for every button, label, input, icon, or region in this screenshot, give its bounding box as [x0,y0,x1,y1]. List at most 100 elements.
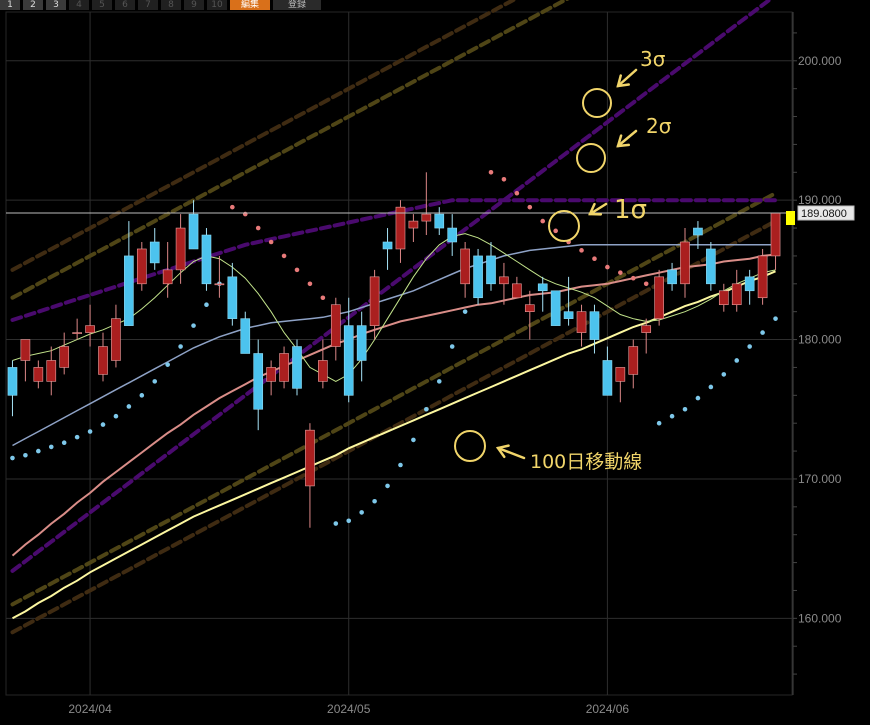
candle-body-59 [770,212,781,257]
candle-body-25 [330,304,341,347]
candle-body-34 [447,227,458,243]
psar-dot-33 [436,379,442,384]
candle-body-24 [318,360,328,382]
psar-dot-1 [23,452,28,458]
candle-body-13 [175,227,186,271]
current-price-label: 189.0800 [801,208,847,220]
candle-body-32 [421,213,432,222]
candle-body-4 [59,346,70,368]
psar-dot-29 [385,483,390,489]
candle-body-37 [486,255,496,285]
psar-dot-51 [669,413,675,419]
candle-body-47 [615,367,626,382]
candle-body-14 [188,213,199,250]
candle-body-19 [253,353,264,410]
y-tick-label-0: 160.000 [798,611,842,625]
psar-dot-44 [579,248,584,253]
psar-dot-49 [643,281,649,287]
psar-dot-31 [411,437,416,443]
psar-dot-11 [152,379,158,384]
psar-dot-5 [74,434,80,440]
candle-body-15 [201,234,212,285]
candlestick-chart: 189.0800 160.000 170.000 180.000 190.000 200… [5,0,855,716]
psar-dot-38 [501,176,507,182]
psar-dot-22 [294,267,300,273]
candle-body-44 [576,311,587,333]
psar-dot-12 [165,362,170,367]
x-tick-label-1: 2024/05 [327,702,371,716]
annotation-circle-0 [582,88,612,118]
candle-body-40 [524,304,535,312]
candle-body-50 [654,276,664,319]
psar-dot-14 [191,323,196,328]
candle-body-48 [628,346,639,375]
candle-body-11 [149,241,160,264]
y-tick-label-4: 200.000 [798,54,842,68]
psar-dot-45 [592,256,597,262]
psar-dot-56 [734,358,740,363]
psar-dot-30 [398,462,403,468]
psar-dot-39 [514,190,520,196]
psar-dot-9 [126,404,132,409]
psar-dot-25 [333,521,339,526]
candle-body-16 [214,283,225,286]
psar-dot-6 [87,429,93,434]
psar-dot-54 [708,384,714,390]
annotation-3sigma: 3σ [640,47,666,71]
candle-body-1 [20,339,31,361]
psar-dot-26 [346,518,352,524]
grid [5,11,794,696]
candle-body-23 [305,429,315,487]
y-tick-label-1: 170.000 [798,472,842,486]
candle-body-45 [589,311,600,340]
psar-dot-2 [36,448,41,454]
psar-dot-55 [721,372,727,377]
current-price-marker [786,210,795,225]
candle-body-42 [550,290,561,326]
series-band_m2 [10,191,778,607]
candle-body-46 [602,360,613,396]
psar-dot-57 [747,344,752,349]
candle-body-39 [512,283,522,299]
psar-dot-40 [527,204,533,210]
candle-body-6 [85,325,95,333]
candle-body-55 [718,290,729,306]
plot-frame [5,11,793,696]
psar-dot-58 [760,330,765,335]
psar-dot-0 [10,455,15,461]
psar-dot-24 [320,295,326,301]
psar-dot-52 [682,406,688,412]
candle-body-33 [434,213,445,229]
psar-dot-41 [540,218,546,224]
chart-window: 1 2 3 4 5 6 7 8 9 10 編集 登録 189.0800 160.… [0,0,870,725]
annotation-1sigma: 1σ [614,195,647,225]
y-tick-label-3: 190.000 [798,193,842,207]
candle-body-43 [563,311,574,319]
candle-body-9 [124,255,134,326]
annotation-circle-3 [454,430,486,462]
annotation-2sigma: 2σ [646,114,672,138]
candle-body-5 [72,332,82,334]
psar-dot-46 [605,264,610,270]
candle-body-28 [369,276,380,326]
psar-dot-42 [553,228,558,234]
psar-dot-37 [488,169,494,175]
x-tick-label-2: 2024/06 [586,702,630,716]
psar-dot-47 [618,270,623,275]
y-tick-label-2: 180.000 [798,333,842,347]
candle-body-53 [693,227,703,236]
candle-body-20 [266,367,276,382]
psar-dot-15 [204,302,209,308]
candle-body-38 [499,276,509,285]
candle-body-22 [292,346,302,389]
psar-dot-50 [656,420,662,426]
candle-body-57 [744,276,755,292]
psar-dot-4 [61,440,67,446]
annotation-ma100: 100日移動線 [530,451,642,473]
psar-dot-19 [255,225,261,231]
candle-body-7 [98,346,108,375]
candle-body-26 [343,325,354,396]
psar-dot-20 [268,239,274,245]
candle-body-41 [537,283,548,292]
psar-dot-21 [281,253,287,259]
